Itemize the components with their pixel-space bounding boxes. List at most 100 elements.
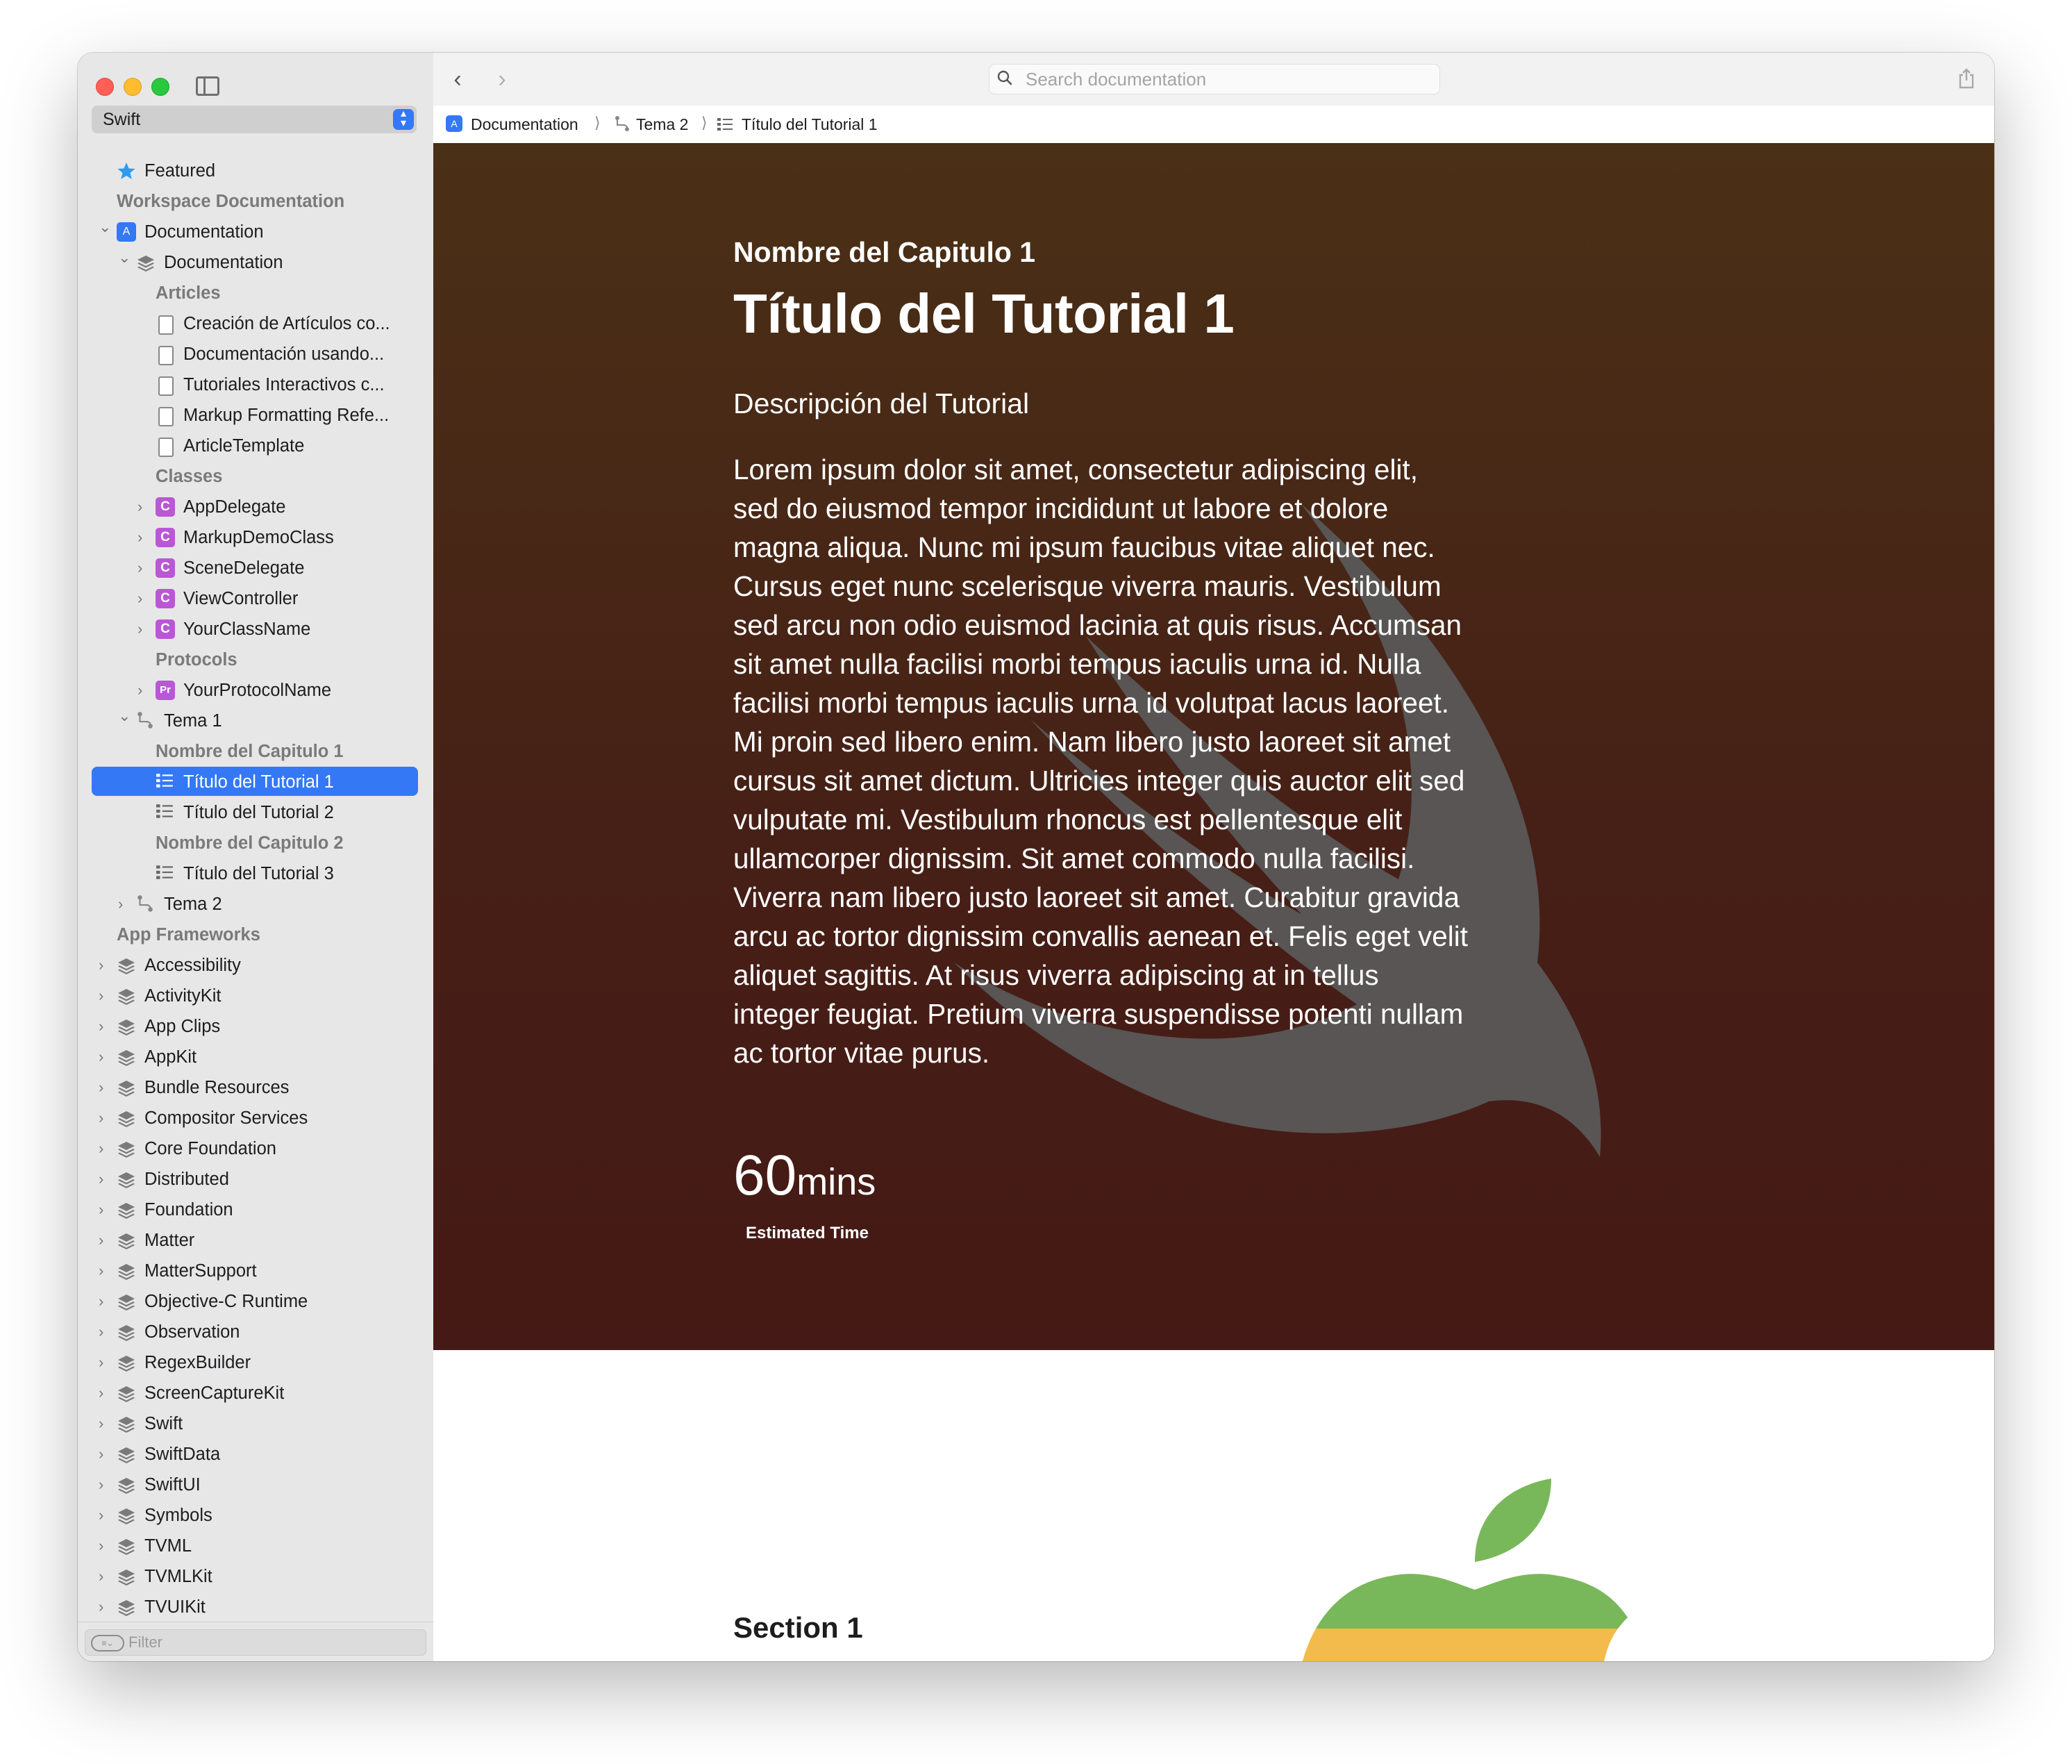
chevron-right-icon[interactable]: › — [99, 1140, 110, 1158]
chevron-right-icon[interactable]: › — [99, 1537, 110, 1555]
framework-stack-icon — [117, 1536, 136, 1556]
breadcrumb-item-tema-2[interactable]: Tema 2 — [636, 115, 688, 134]
sidebar-item-label: ActivityKit — [144, 986, 222, 1006]
chevron-right-icon[interactable]: › — [99, 956, 110, 974]
chevron-right-icon[interactable]: › — [137, 498, 149, 516]
language-selector[interactable]: Swift ▴ ▾ — [92, 106, 417, 133]
sidebar-item[interactable]: Creación de Artículos co... — [78, 308, 433, 339]
sidebar-item[interactable]: › TVMLKit — [78, 1561, 433, 1592]
sidebar-item[interactable]: › Compositor Services — [78, 1103, 433, 1133]
sidebar-item[interactable]: ⌄ Documentation — [78, 247, 433, 278]
filter-input[interactable]: ≡⌄ Filter — [85, 1629, 426, 1656]
chevron-right-icon[interactable]: › — [118, 895, 129, 913]
sidebar-item[interactable]: › Swift — [78, 1408, 433, 1439]
sidebar-item[interactable]: Markup Formatting Refe... — [78, 400, 433, 431]
sidebar-item[interactable]: › RegexBuilder — [78, 1347, 433, 1378]
sidebar-item[interactable]: Tutoriales Interactivos c... — [78, 369, 433, 400]
sidebar-item[interactable]: › AppKit — [78, 1042, 433, 1072]
sidebar-item[interactable]: › C SceneDelegate — [78, 553, 433, 583]
sidebar-toggle-icon[interactable] — [196, 76, 219, 96]
sidebar-item[interactable]: › SwiftData — [78, 1439, 433, 1470]
chevron-right-icon[interactable]: › — [99, 1231, 110, 1249]
sidebar-item[interactable]: › C AppDelegate — [78, 492, 433, 522]
sidebar-item[interactable]: › MatterSupport — [78, 1256, 433, 1286]
sidebar-item[interactable]: › Observation — [78, 1317, 433, 1347]
framework-stack-icon — [117, 1047, 136, 1067]
share-icon[interactable] — [1957, 68, 1976, 89]
sidebar-item[interactable]: › Objective-C Runtime — [78, 1286, 433, 1317]
chevron-right-icon[interactable]: › — [99, 1262, 110, 1280]
sidebar-item[interactable]: ⌄ Tema 1 — [78, 706, 433, 736]
sidebar-item[interactable]: › ScreenCaptureKit — [78, 1378, 433, 1408]
app-icon: A — [117, 222, 136, 242]
chevron-down-icon[interactable]: ⌄ — [99, 218, 111, 236]
zoom-window-button[interactable] — [151, 78, 169, 96]
sidebar-item[interactable]: ArticleTemplate — [78, 431, 433, 461]
chevron-right-icon[interactable]: › — [99, 1109, 110, 1127]
chevron-right-icon[interactable]: › — [99, 1415, 110, 1433]
chevron-right-icon[interactable]: › — [99, 1567, 110, 1586]
chevron-down-icon[interactable]: ⌄ — [118, 707, 131, 725]
sidebar-item[interactable]: ⌄ A Documentation — [78, 217, 433, 247]
sidebar-item[interactable]: › Accessibility — [78, 950, 433, 981]
sidebar-item[interactable]: › Symbols — [78, 1500, 433, 1531]
chevron-right-icon[interactable]: › — [99, 1384, 110, 1402]
sidebar-item[interactable]: Título del Tutorial 3 — [78, 858, 433, 889]
estimated-time-label: Estimated Time — [746, 1224, 869, 1242]
chevron-right-icon[interactable]: › — [99, 1445, 110, 1463]
sidebar-item[interactable]: › Core Foundation — [78, 1133, 433, 1164]
sidebar-item[interactable]: Título del Tutorial 1 — [78, 767, 433, 797]
chevron-right-icon[interactable]: › — [137, 559, 149, 577]
breadcrumb-item-documentation[interactable]: Documentation — [471, 115, 578, 134]
back-button[interactable]: ‹ — [447, 67, 468, 92]
sidebar-item[interactable]: Título del Tutorial 2 — [78, 797, 433, 828]
close-window-button[interactable] — [96, 78, 114, 96]
sidebar-item-label: ViewController — [183, 589, 299, 608]
sidebar-item[interactable]: Featured — [78, 156, 433, 186]
sidebar-item[interactable]: › Tema 2 — [78, 889, 433, 920]
search-placeholder: Search documentation — [1026, 69, 1207, 90]
sidebar-item[interactable]: › C YourClassName — [78, 614, 433, 644]
chevron-right-icon[interactable]: › — [137, 590, 149, 608]
sidebar-item[interactable]: › Distributed — [78, 1164, 433, 1195]
chevron-right-icon[interactable]: › — [99, 1017, 110, 1035]
sidebar-item[interactable]: › ActivityKit — [78, 981, 433, 1011]
sidebar-item[interactable]: › TVUIKit — [78, 1592, 433, 1622]
chevron-right-icon[interactable]: › — [99, 1598, 110, 1616]
sidebar-item-label: Creación de Artículos co... — [183, 314, 390, 333]
article-doc-icon — [158, 315, 174, 335]
chevron-right-icon[interactable]: › — [99, 1201, 110, 1219]
sidebar-item-label: Featured — [144, 161, 216, 181]
sidebar-item[interactable]: › SwiftUI — [78, 1470, 433, 1500]
sidebar-item[interactable]: › TVML — [78, 1531, 433, 1561]
sidebar-item[interactable]: › Pr YourProtocolName — [78, 675, 433, 706]
sidebar-item[interactable]: › C MarkupDemoClass — [78, 522, 433, 553]
framework-stack-icon — [117, 1383, 136, 1403]
sidebar-item[interactable]: › Matter — [78, 1225, 433, 1256]
chevron-right-icon[interactable]: › — [99, 1048, 110, 1066]
chevron-right-icon[interactable]: › — [99, 1476, 110, 1494]
sidebar-item[interactable]: › C ViewController — [78, 583, 433, 614]
class-icon: C — [156, 619, 175, 639]
chevron-right-icon[interactable]: › — [99, 987, 110, 1005]
sidebar-item[interactable]: Documentación usando... — [78, 339, 433, 369]
chevron-right-icon[interactable]: › — [99, 1506, 110, 1524]
chevron-right-icon[interactable]: › — [99, 1354, 110, 1372]
sidebar-item[interactable]: › App Clips — [78, 1011, 433, 1042]
chevron-right-icon[interactable]: › — [137, 681, 149, 699]
filter-icon: ≡⌄ — [91, 1635, 124, 1651]
sidebar-item-label: Documentation — [164, 253, 283, 272]
chevron-right-icon[interactable]: › — [99, 1170, 110, 1188]
chevron-right-icon[interactable]: › — [137, 620, 149, 638]
forward-button[interactable]: › — [492, 67, 512, 92]
chevron-right-icon[interactable]: › — [99, 1323, 110, 1341]
chevron-down-icon[interactable]: ⌄ — [118, 249, 131, 267]
chevron-right-icon[interactable]: › — [99, 1292, 110, 1310]
sidebar-item[interactable]: › Bundle Resources — [78, 1072, 433, 1103]
chevron-right-icon[interactable]: › — [99, 1079, 110, 1097]
chevron-right-icon[interactable]: › — [137, 529, 149, 547]
search-field[interactable]: Search documentation — [989, 64, 1440, 94]
sidebar-item[interactable]: › Foundation — [78, 1195, 433, 1225]
class-icon: C — [156, 528, 175, 547]
minimize-window-button[interactable] — [124, 78, 142, 96]
